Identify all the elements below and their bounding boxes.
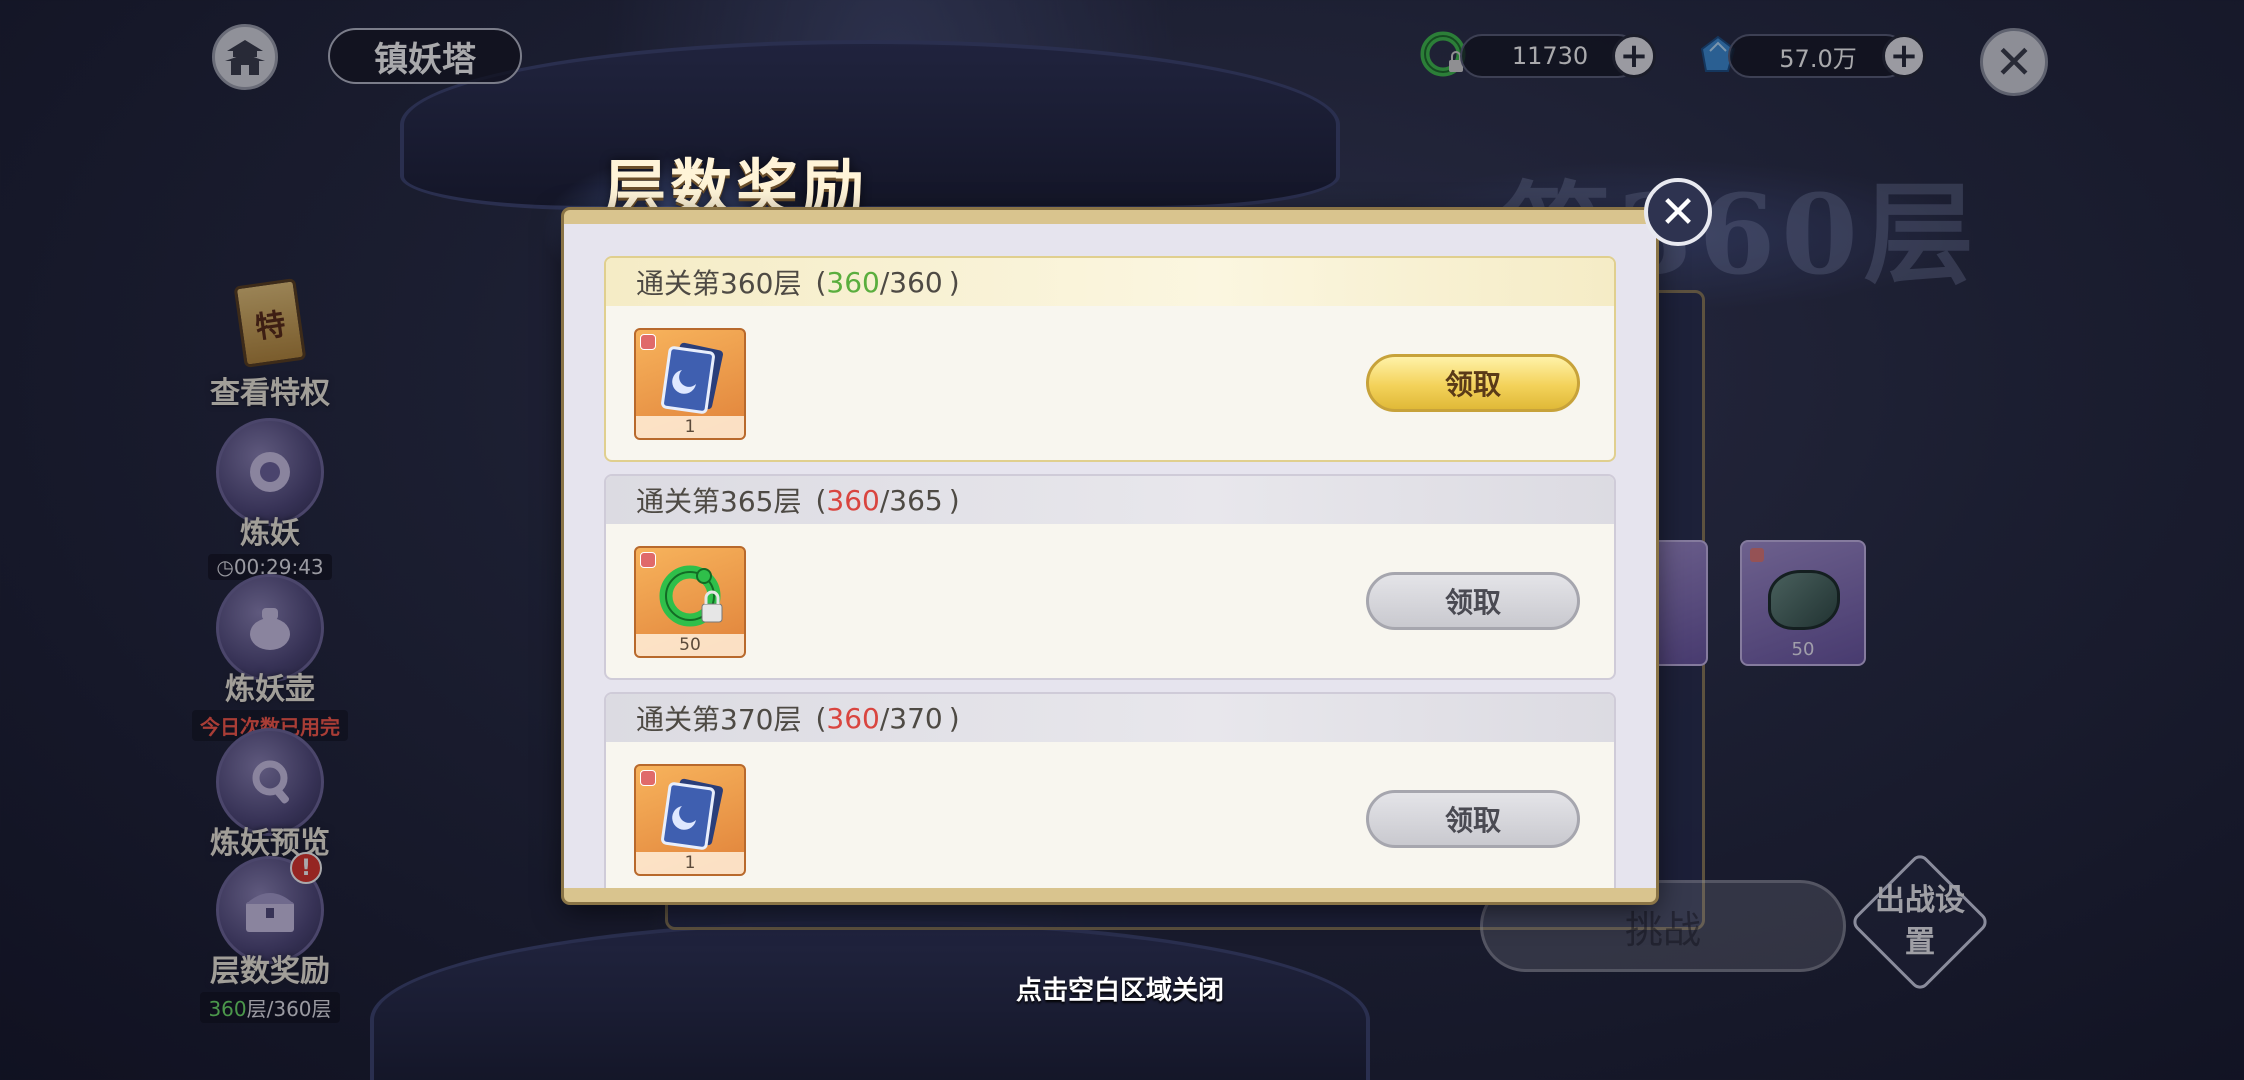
reward-item[interactable]: 1 [634,328,746,440]
dragon-jade-icon [650,558,734,634]
claim-button[interactable]: 领取 [1366,572,1580,630]
claim-button[interactable]: 领取 [1366,354,1580,412]
tap-to-close-hint: 点击空白区域关闭 [1015,976,1224,1006]
reward-list: 通关第360层 ( 360/360 ) 1 领取 通关第365层 (360 /… [604,256,1616,888]
progress-total: /365 [879,483,943,517]
reward-quantity: 1 [636,852,744,874]
progress-current: 360 [826,265,880,299]
reward-item[interactable]: 1 [634,764,746,876]
reward-row-header: 通关第370层 ( 360/370 ) [606,694,1614,742]
close-icon: ✕ [1659,186,1697,238]
card-icon [650,340,734,416]
progress-total: /370 [879,701,943,735]
reward-row-header: 通关第360层 ( 360/360 ) [606,258,1614,306]
card-icon [650,776,734,852]
progress-total: /360 [879,265,943,299]
floor-rewards-dialog: 通关第360层 ( 360/360 ) 1 领取 通关第365层 (360 /… [564,210,1656,902]
reward-row: 通关第365层 ( 360/365 ) 50 领取 [604,474,1616,680]
reward-quantity: 50 [636,634,744,656]
reward-row-header: 通关第365层 ( 360/365 ) [606,476,1614,524]
modal-close-button[interactable]: ✕ [1644,178,1712,246]
reward-condition: 通关第370层 [636,703,802,736]
reward-quantity: 1 [636,416,744,438]
reward-row: 通关第360层 ( 360/360 ) 1 领取 [604,256,1616,462]
claim-button[interactable]: 领取 [1366,790,1580,848]
reward-condition: 通关第365层 [636,485,802,518]
reward-row: 通关第370层 ( 360/370 ) 1 领取 [604,692,1616,888]
progress-current: 360 [826,483,880,517]
progress-current: 360 [826,701,880,735]
reward-item[interactable]: 50 [634,546,746,658]
reward-condition: 通关第360层 [636,267,802,300]
